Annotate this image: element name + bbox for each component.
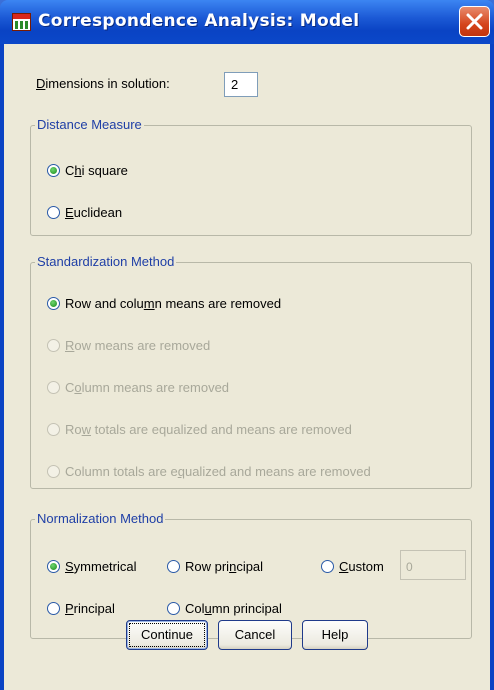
radio-label: Column totals are equalized and means ar…: [65, 464, 371, 479]
radio-unselected-icon: [167, 560, 180, 573]
close-icon: [466, 13, 483, 30]
radio-label: Custom: [339, 559, 384, 574]
radio-selected-icon: [47, 560, 60, 573]
column-principal-radio[interactable]: Column principal: [167, 601, 282, 616]
custom-radio[interactable]: Custom: [321, 559, 384, 574]
row-column-means-removed-radio[interactable]: Row and column means are removed: [47, 296, 281, 311]
radio-label: Column principal: [185, 601, 282, 616]
radio-disabled-icon: [47, 339, 60, 352]
spss-table-icon: [12, 13, 31, 31]
radio-label: Principal: [65, 601, 115, 616]
window-border-right: [490, 44, 494, 690]
row-principal-radio[interactable]: Row principal: [167, 559, 263, 574]
radio-selected-icon: [47, 297, 60, 310]
window-title: Correspondence Analysis: Model: [38, 11, 360, 31]
cancel-button[interactable]: Cancel: [218, 620, 292, 650]
radio-unselected-icon: [167, 602, 180, 615]
radio-disabled-icon: [47, 381, 60, 394]
dimensions-input[interactable]: 2: [224, 72, 258, 97]
radio-label: Row means are removed: [65, 338, 211, 353]
radio-label: Euclidean: [65, 205, 123, 220]
close-button[interactable]: [459, 6, 490, 37]
normalization-method-legend: Normalization Method: [35, 511, 166, 526]
radio-disabled-icon: [47, 423, 60, 436]
radio-disabled-icon: [47, 465, 60, 478]
distance-measure-group: Distance Measure Chi square Euclidean: [30, 117, 472, 236]
dimensions-label: Dimensions in solution:: [36, 76, 170, 91]
standardization-method-group: Standardization Method Row and column me…: [30, 254, 472, 489]
radio-label: Row principal: [185, 559, 264, 574]
radio-unselected-icon: [47, 602, 60, 615]
distance-measure-legend: Distance Measure: [35, 117, 144, 132]
help-button[interactable]: Help: [302, 620, 368, 650]
row-totals-equalized-radio: Row totals are equalized and means are r…: [47, 422, 352, 437]
radio-unselected-icon: [47, 206, 60, 219]
euclidean-radio[interactable]: Euclidean: [47, 205, 122, 220]
continue-button[interactable]: Continue: [126, 620, 208, 650]
radio-label: Row totals are equalized and means are r…: [65, 422, 352, 437]
radio-label: Symmetrical: [65, 559, 137, 574]
radio-label: Column means are removed: [65, 380, 230, 395]
chi-square-radio[interactable]: Chi square: [47, 163, 128, 178]
dialog-window: Correspondence Analysis: Model Dimension…: [0, 0, 494, 690]
standardization-method-legend: Standardization Method: [35, 254, 177, 269]
radio-label: Chi square: [65, 163, 128, 178]
radio-unselected-icon: [321, 560, 334, 573]
custom-value-input: 0: [400, 550, 466, 580]
title-bar[interactable]: Correspondence Analysis: Model: [0, 0, 494, 44]
column-means-removed-radio: Column means are removed: [47, 380, 229, 395]
radio-selected-icon: [47, 164, 60, 177]
radio-label: Row and column means are removed: [65, 296, 282, 311]
column-totals-equalized-radio: Column totals are equalized and means ar…: [47, 464, 371, 479]
row-means-removed-radio: Row means are removed: [47, 338, 210, 353]
principal-radio[interactable]: Principal: [47, 601, 115, 616]
symmetrical-radio[interactable]: Symmetrical: [47, 559, 137, 574]
dialog-body: Dimensions in solution: 2 Distance Measu…: [4, 44, 490, 690]
